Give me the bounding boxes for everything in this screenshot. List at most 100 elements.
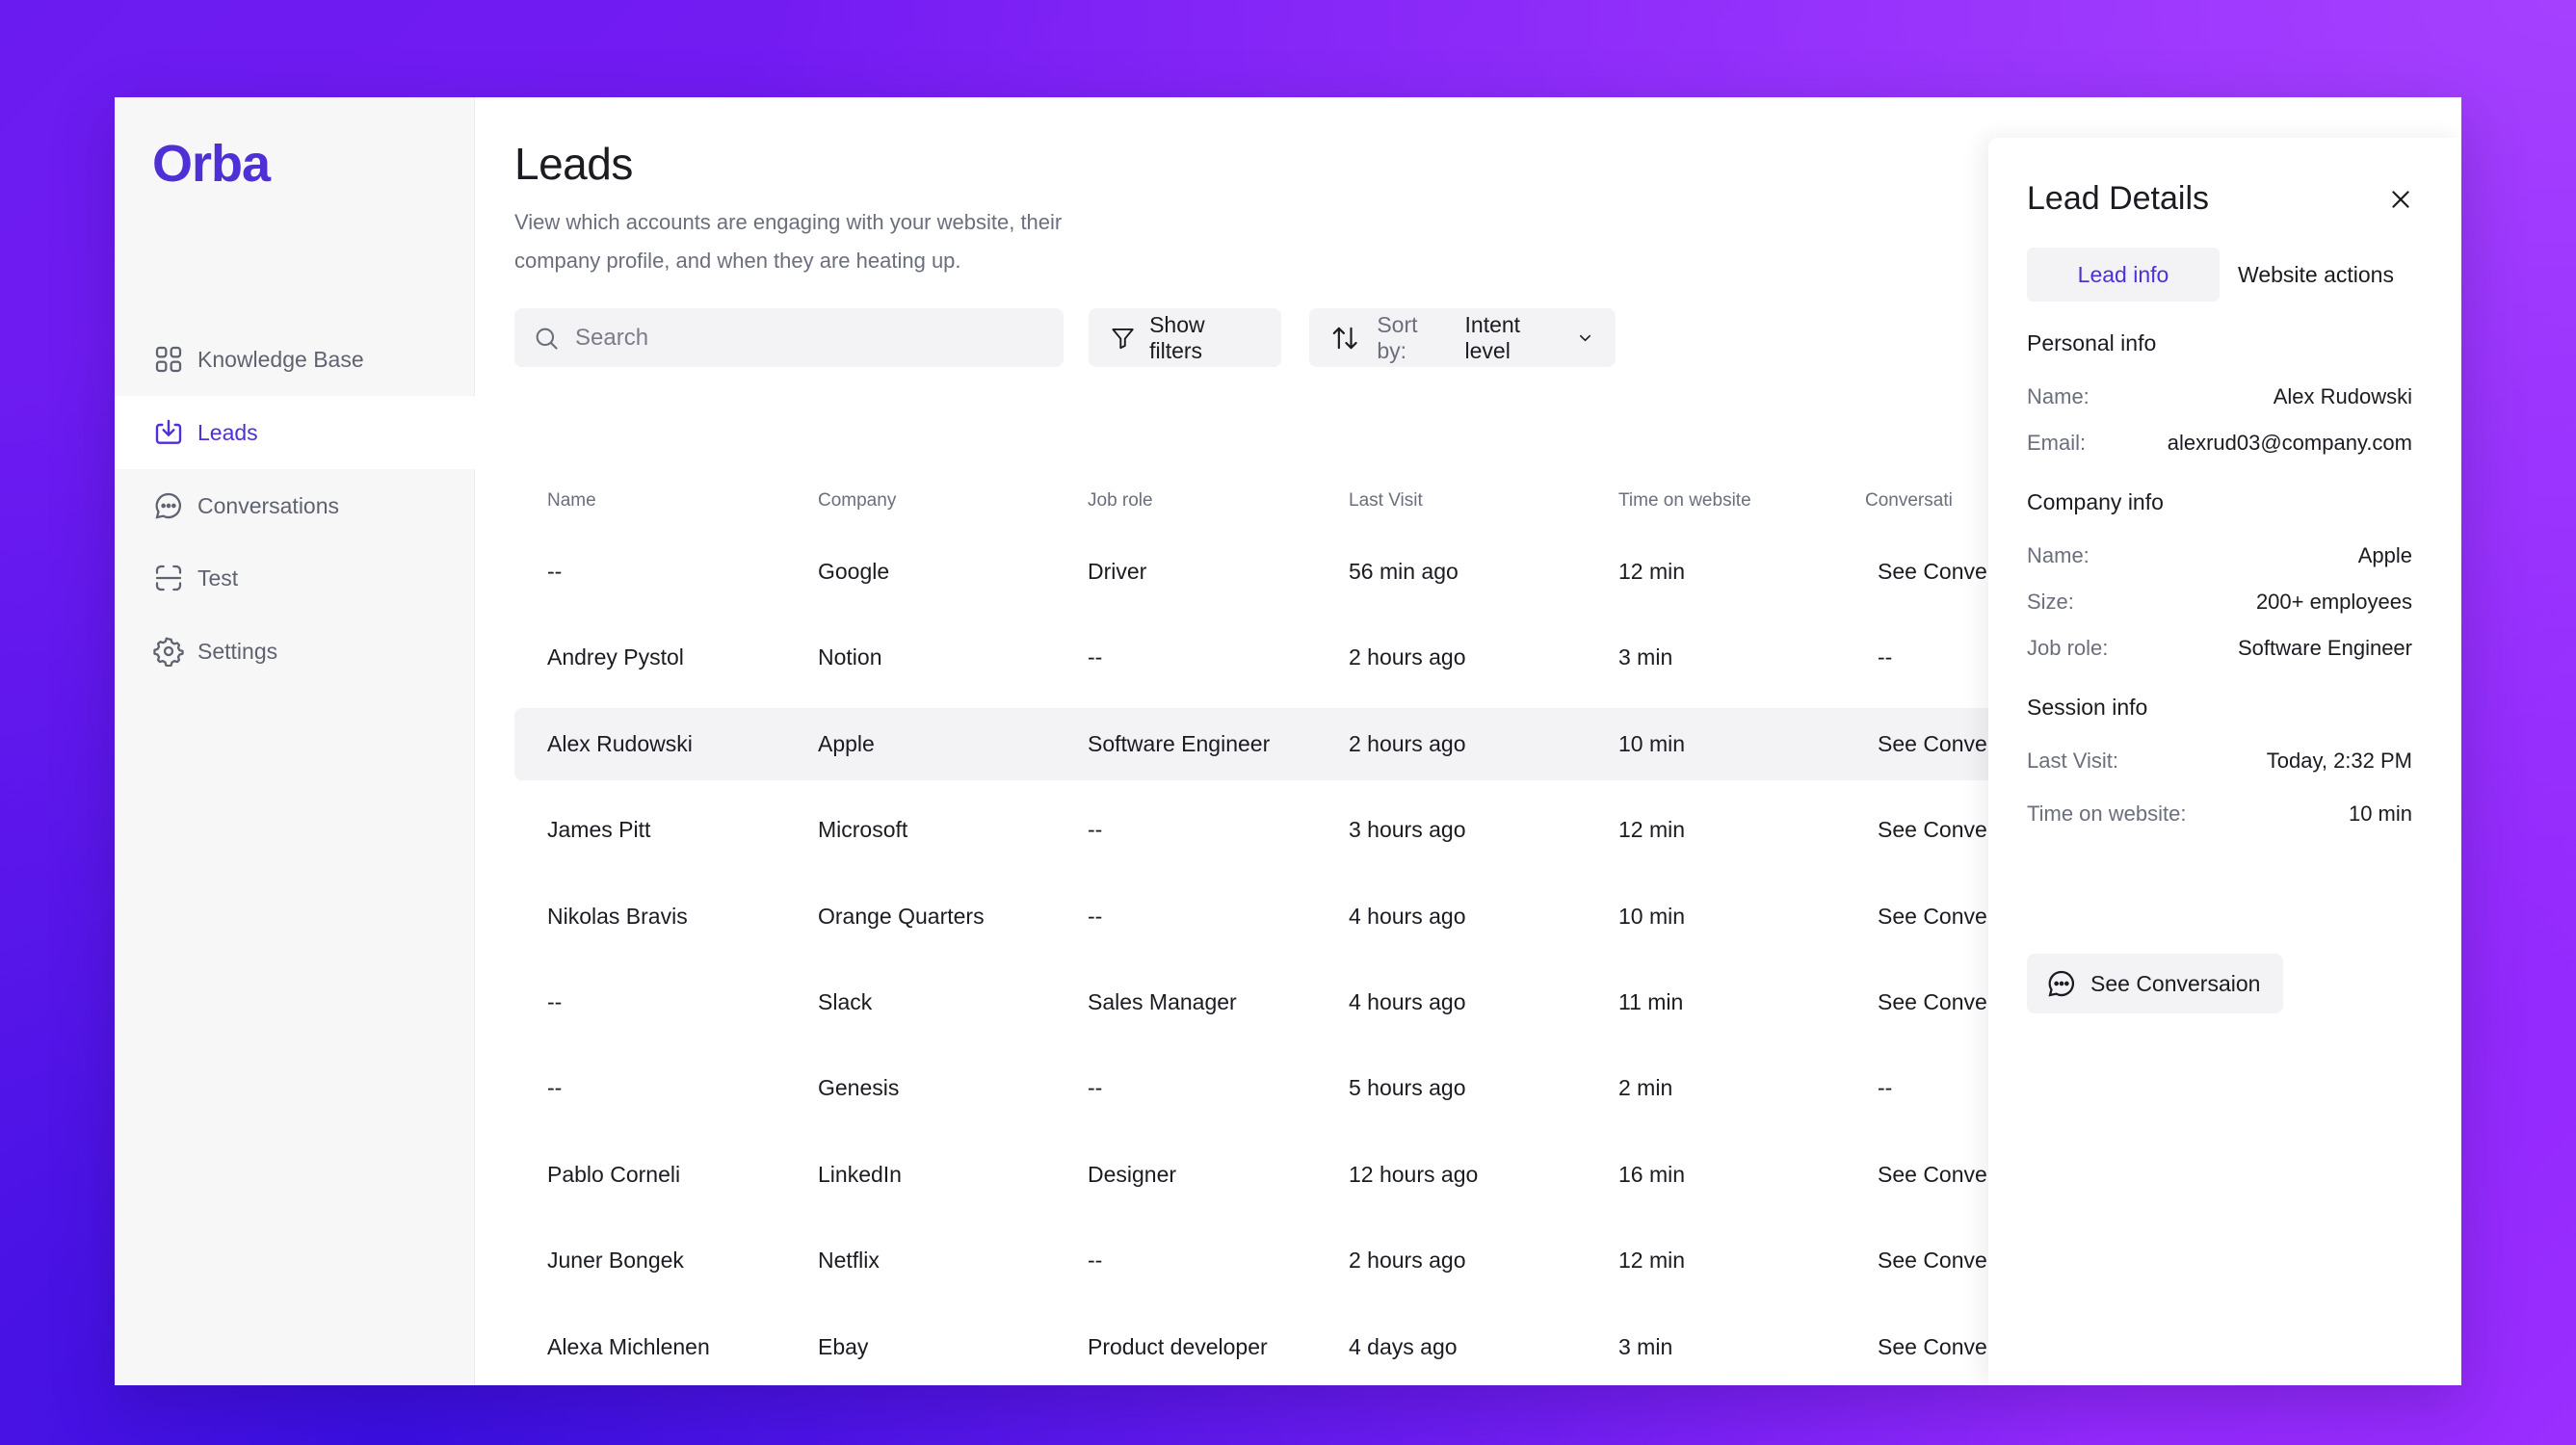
show-filters-button[interactable]: Show filters	[1089, 308, 1281, 367]
panel-tabs: Lead info Website actions	[2027, 248, 2412, 302]
cell-company: Orange Quarters	[818, 903, 985, 929]
tab-website-actions[interactable]: Website actions	[2220, 248, 2412, 302]
sidebar-item-settings[interactable]: Settings	[115, 615, 475, 688]
cell-name: Andrey Pystol	[547, 644, 684, 670]
cell-time-on-website: 10 min	[1618, 730, 1686, 756]
sort-value: Intent level	[1464, 311, 1521, 363]
cell-conversation[interactable]: See Conve	[1878, 880, 1993, 953]
table-row[interactable]: Andrey Pystol Notion -- 2 hours ago 3 min --	[514, 621, 2152, 694]
cell-company: Microsoft	[818, 817, 908, 843]
company-size-row: Size: 200+ employees	[2027, 590, 2412, 620]
cell-name: --	[547, 559, 563, 584]
sidebar-item-test[interactable]: Test	[115, 541, 475, 615]
cell-name: Juner Bongek	[547, 1248, 684, 1274]
cell-company: LinkedIn	[818, 1161, 902, 1187]
cell-time-on-website: 3 min	[1618, 1333, 1673, 1359]
session-time-value: 10 min	[2348, 801, 2412, 826]
table-row[interactable]: James Pitt Microsoft -- 3 hours ago 12 min Se…	[514, 794, 2152, 866]
column-header-conversation[interactable]: Conversati	[1865, 490, 1953, 512]
company-role-value: Software Engineer	[2238, 636, 2412, 660]
sort-dropdown[interactable]: Sort by: Intent level	[1309, 308, 1616, 367]
sidebar-item-knowledge-base[interactable]: Knowledge Base	[115, 323, 475, 396]
field-label: Time on website:	[2027, 801, 2187, 826]
column-header-time-on-website[interactable]: Time on website	[1618, 490, 1751, 512]
personal-name-row: Name: Alex Rudowski	[2027, 384, 2412, 415]
cell-company: Apple	[818, 730, 875, 756]
cell-name: Pablo Corneli	[547, 1161, 681, 1187]
search-input[interactable]	[575, 324, 1038, 352]
cell-name: --	[547, 1075, 563, 1101]
panel-title: Lead Details	[2027, 180, 2210, 217]
table-row[interactable]: Juner Bongek Netflix -- 2 hours ago 12 min Se…	[514, 1224, 2152, 1297]
sidebar-item-label: Conversations	[197, 492, 340, 518]
table-row[interactable]: -- Slack Sales Manager 4 hours ago 11 min See…	[514, 966, 2152, 1038]
sidebar-item-label: Test	[197, 565, 239, 591]
gear-icon	[152, 635, 185, 668]
cell-last-visit: 12 hours ago	[1349, 1161, 1479, 1187]
session-visit-value: Today, 2:32 PM	[2266, 749, 2412, 773]
cell-conversation[interactable]: See Conve	[1878, 794, 1993, 866]
close-button[interactable]	[2385, 184, 2416, 215]
search-box[interactable]	[514, 308, 1064, 367]
cell-last-visit: 2 hours ago	[1349, 644, 1466, 670]
field-label: Email:	[2027, 431, 2087, 455]
cell-conversation: --	[1878, 644, 1893, 670]
app-logo: Orba	[152, 135, 271, 193]
table-row[interactable]: Pablo Corneli LinkedIn Designer 12 hours ag…	[514, 1139, 2152, 1211]
personal-email-row: Email: alexrud03@company.com	[2027, 431, 2412, 461]
page-description: View which accounts are engaging with yo…	[514, 210, 1063, 273]
cell-job-role: Sales Manager	[1088, 989, 1237, 1014]
cell-job-role: Designer	[1088, 1161, 1177, 1187]
cell-name: --	[547, 989, 563, 1014]
cell-job-role: --	[1088, 1075, 1103, 1101]
search-icon	[536, 328, 558, 350]
cell-conversation[interactable]: See Conve	[1878, 536, 1993, 608]
cell-job-role: --	[1088, 817, 1103, 843]
cell-company: Netflix	[818, 1248, 880, 1274]
cell-time-on-website: 12 min	[1618, 817, 1686, 843]
table-row[interactable]: Alex Rudowski Apple Software Engineer 2 hou…	[514, 707, 2152, 780]
column-header-last-visit[interactable]: Last Visit	[1349, 490, 1423, 512]
sidebar-item-leads[interactable]: Leads	[115, 396, 475, 469]
column-header-company[interactable]: Company	[818, 490, 896, 512]
session-time-row: Time on website: 10 min	[2027, 801, 2412, 832]
tab-lead-info[interactable]: Lead info	[2027, 248, 2220, 302]
cell-time-on-website: 3 min	[1618, 644, 1673, 670]
lead-details-panel: Lead Details Lead info Website actions P…	[1988, 138, 2461, 1385]
table-row[interactable]: Alexa Michlenen Ebay Product developer 4 da…	[514, 1311, 2152, 1383]
cell-time-on-website: 12 min	[1618, 559, 1686, 584]
cell-conversation[interactable]: See Conve	[1878, 1311, 1993, 1383]
grid-icon	[152, 343, 185, 376]
table-row[interactable]: -- Genesis -- 5 hours ago 2 min --	[514, 1052, 2152, 1124]
close-icon	[2392, 191, 2409, 208]
cell-conversation: --	[1878, 1075, 1893, 1101]
session-visit-row: Last Visit: Today, 2:32 PM	[2027, 749, 2412, 779]
chat-bubble-icon	[2048, 970, 2075, 997]
scan-icon	[152, 562, 185, 594]
cell-conversation[interactable]: See Conve	[1878, 708, 1993, 780]
show-filters-label: Show filters	[1149, 311, 1205, 363]
chat-bubble-icon	[152, 489, 185, 522]
column-header-job-role[interactable]: Job role	[1088, 490, 1153, 512]
cell-last-visit: 3 hours ago	[1349, 817, 1466, 843]
cell-conversation[interactable]: See Conve	[1878, 1139, 1993, 1211]
see-conversation-button[interactable]: See Conversaion	[2027, 954, 2283, 1013]
column-header-name[interactable]: Name	[547, 490, 596, 512]
table-row[interactable]: Nikolas Bravis Orange Quarters -- 4 hours a…	[514, 880, 2152, 953]
cell-conversation[interactable]: See Conve	[1878, 966, 1993, 1038]
table-row[interactable]: -- Google Driver 56 min ago 12 min See Conve	[514, 536, 2152, 608]
cell-company: Slack	[818, 989, 873, 1014]
see-conversation-label: See Conversaion	[2090, 970, 2261, 996]
sidebar-item-conversations[interactable]: Conversations	[115, 469, 475, 542]
cell-last-visit: 4 hours ago	[1349, 903, 1466, 929]
cell-last-visit: 4 hours ago	[1349, 989, 1466, 1014]
page-title: Leads	[514, 139, 633, 189]
cell-company: Ebay	[818, 1333, 869, 1359]
personal-email-value: alexrud03@company.com	[2167, 431, 2412, 455]
field-label: Name:	[2027, 384, 2090, 408]
cell-name: James Pitt	[547, 817, 651, 843]
field-label: Size:	[2027, 590, 2074, 614]
sort-label: Sort by:	[1377, 311, 1418, 363]
app-window: Orba Knowledge Base Leads Conversations …	[115, 97, 2461, 1385]
cell-conversation[interactable]: See Conve	[1878, 1224, 1993, 1297]
